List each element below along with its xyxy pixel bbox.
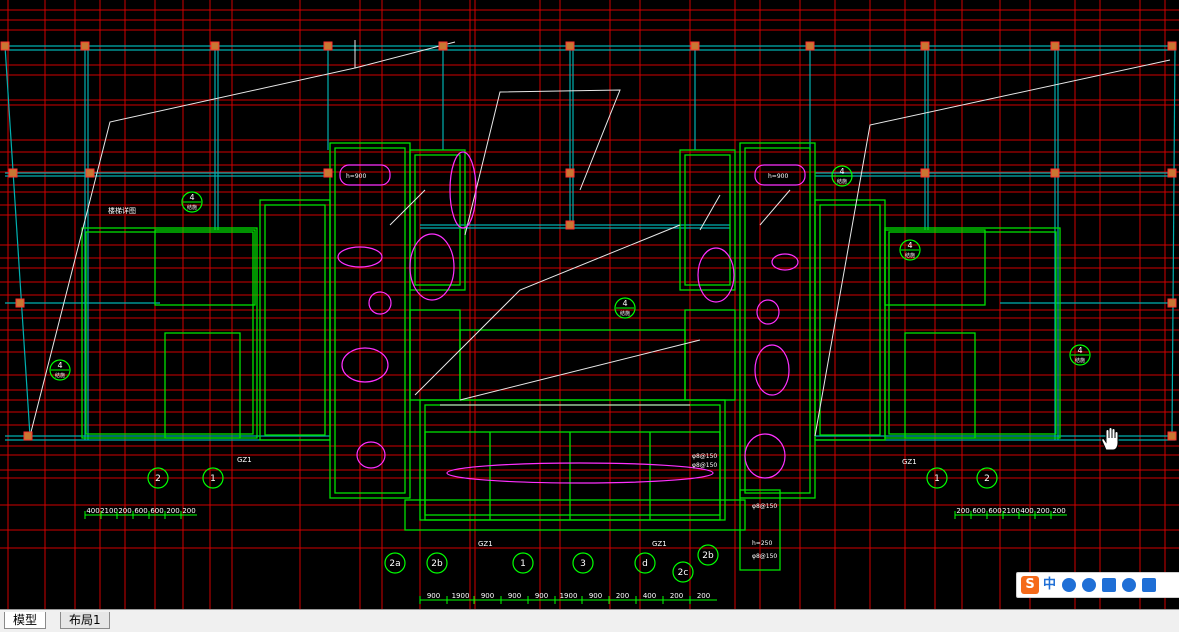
floor-plan-drawing[interactable]: 4 结施 4 结施 4 结施 4 结施 4 结施 4 结施 2 1 2a 2b 1 3 d 2c 2b 1 2 GZ1 GZ1 G… [0, 0, 1179, 609]
column-marker [1167, 431, 1177, 441]
dimension-label-bottom: 1900 [452, 592, 470, 600]
dimension-label-bottom: 200 [697, 592, 710, 600]
section-tag-number: 4 [57, 361, 62, 370]
column-marker [80, 41, 90, 51]
tab-model[interactable]: 模型 [4, 612, 47, 629]
cad-drawing-canvas[interactable]: 4 结施 4 结施 4 结施 4 结施 4 结施 4 结施 2 1 2a 2b 1 3 d 2c 2b 1 2 GZ1 GZ1 G… [0, 0, 1179, 609]
dimension-label-left: 200 [166, 507, 179, 515]
ime-logo-icon[interactable]: S [1021, 576, 1039, 594]
ime-toolbar[interactable]: S 中 [1016, 572, 1179, 598]
dimension-label-left: 200 [118, 507, 131, 515]
dimension-label-bottom: 200 [670, 592, 683, 600]
dimension-label-right: 600 [972, 507, 985, 515]
dimension-label-left: 200 [182, 507, 195, 515]
section-tag-sub: 结施 [905, 252, 915, 259]
dimension-label-left: 400 [86, 507, 99, 515]
column-marker [323, 41, 333, 51]
rebar-note: h=250 [752, 540, 772, 547]
column-marker [15, 298, 25, 308]
dimension-label-right: 600 [988, 507, 1001, 515]
axis-tag-label: 1 [210, 474, 216, 484]
axis-tag-label: d [642, 559, 648, 569]
dimension-label-bottom: 900 [589, 592, 602, 600]
column-marker [438, 41, 448, 51]
column-marker [1167, 168, 1177, 178]
section-tag-sub: 结施 [1075, 357, 1085, 364]
dimension-label-bottom: 900 [481, 592, 494, 600]
column-marker [1167, 298, 1177, 308]
column-marker [1167, 41, 1177, 51]
dimension-label-right: 200 [956, 507, 969, 515]
column-marker [565, 41, 575, 51]
axis-tag-label: 1 [934, 474, 940, 484]
dimension-label-bottom: 1900 [560, 592, 578, 600]
section-tag-number: 4 [622, 299, 627, 308]
user-icon[interactable] [1122, 578, 1137, 592]
axis-tag-label: 2c [678, 568, 689, 578]
dimension-label-left: 600 [150, 507, 163, 515]
section-tag-sub: 结施 [837, 178, 847, 185]
column-marker [323, 168, 333, 178]
gz-label: GZ1 [902, 458, 917, 466]
dimension-label-bottom: 900 [535, 592, 548, 600]
axis-tag-label: 2b [431, 559, 443, 569]
section-tag-sub: 结施 [620, 310, 630, 317]
column-marker [1050, 41, 1060, 51]
rebar-note: φ8@150 [752, 503, 777, 510]
tab-layout1[interactable]: 布局1 [60, 612, 110, 629]
emoji-icon[interactable] [1062, 578, 1077, 592]
section-tag-number: 4 [189, 193, 194, 202]
dimension-label-right: 200 [1052, 507, 1065, 515]
gz-label: GZ1 [478, 540, 493, 548]
keyboard-icon[interactable] [1102, 578, 1117, 592]
dimension-label-bottom: 400 [643, 592, 656, 600]
axis-tag-label: 2 [984, 474, 990, 484]
dimension-label-right: 2100 [1002, 507, 1020, 515]
section-tag-number: 4 [907, 241, 912, 250]
rebar-note: φ8@150 [692, 453, 717, 460]
layout-tab-bar: 模型 布局1 [0, 609, 1179, 632]
rebar-note: φ8@150 [692, 462, 717, 469]
axis-tag-label: 1 [520, 559, 526, 569]
column-marker [565, 220, 575, 230]
rebar-note: h=900 [768, 173, 788, 180]
rebar-note: h=900 [346, 173, 366, 180]
rebar-note: φ8@150 [752, 553, 777, 560]
section-tag-sub: 结施 [187, 204, 197, 211]
dimension-label-right: 400 [1020, 507, 1033, 515]
gz-label: GZ1 [652, 540, 667, 548]
axis-tag-label: 2b [702, 551, 714, 561]
skin-icon[interactable] [1142, 578, 1157, 592]
column-marker [85, 168, 95, 178]
column-marker [0, 41, 10, 51]
axis-tag-label: 3 [580, 559, 586, 569]
hand-cursor-icon [1101, 427, 1119, 451]
column-marker [8, 168, 18, 178]
dimension-label-right: 200 [1036, 507, 1049, 515]
axis-tag-label: 2a [389, 559, 400, 569]
column-marker [690, 41, 700, 51]
dimension-label-bottom: 200 [616, 592, 629, 600]
section-tag-sub: 结施 [55, 372, 65, 379]
dimension-label-bottom: 900 [508, 592, 521, 600]
section-tag-number: 4 [1077, 346, 1082, 355]
stair-note: 楼梯详图 [108, 206, 136, 215]
column-marker [210, 41, 220, 51]
axis-tag-label: 2 [155, 474, 161, 484]
microphone-icon[interactable] [1082, 578, 1097, 592]
column-marker [920, 41, 930, 51]
section-tag-number: 4 [839, 167, 844, 176]
column-marker [805, 41, 815, 51]
dimension-label-bottom: 900 [427, 592, 440, 600]
column-marker [23, 431, 33, 441]
column-marker [565, 168, 575, 178]
dimension-label-left: 600 [134, 507, 147, 515]
ime-language-label[interactable]: 中 [1043, 575, 1056, 595]
column-marker [920, 168, 930, 178]
column-marker [1050, 168, 1060, 178]
dimension-label-left: 2100 [100, 507, 118, 515]
gz-label: GZ1 [237, 456, 252, 464]
